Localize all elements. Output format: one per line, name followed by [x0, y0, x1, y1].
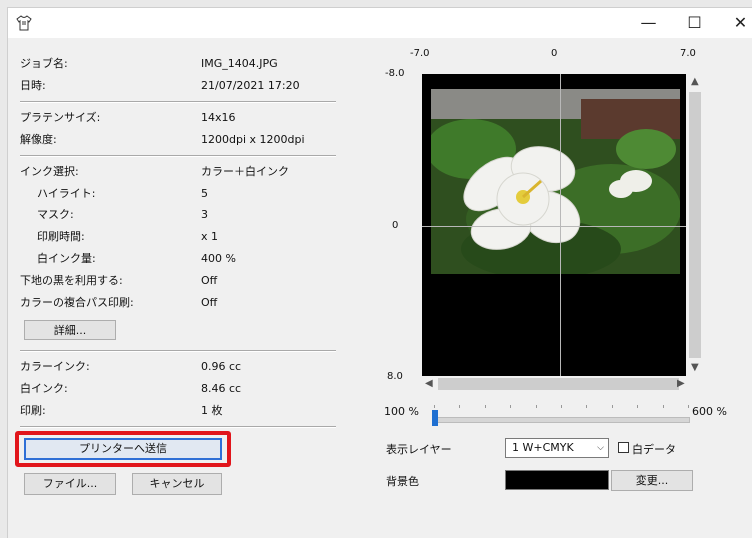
- zoom-max-label: 600 %: [692, 405, 727, 418]
- platen-size-label: プラテンサイズ:: [20, 111, 101, 124]
- maximize-button[interactable]: ☐: [672, 8, 717, 38]
- zoom-slider-tick: [484, 405, 486, 408]
- white-ink-value: 8.46 cc: [201, 382, 242, 395]
- zoom-slider-tick: [459, 405, 461, 408]
- scroll-left-icon[interactable]: ◀: [425, 378, 433, 389]
- white-ink-label: 白インク:: [20, 382, 68, 395]
- white-data-label: 白データ: [632, 443, 676, 456]
- scroll-up-icon[interactable]: ▲: [691, 76, 699, 87]
- mask-label: マスク:: [37, 208, 74, 221]
- scroll-right-icon[interactable]: ▶: [677, 378, 685, 389]
- print-count-label: 印刷:: [20, 404, 46, 417]
- use-black-label: 下地の黒を利用する:: [20, 274, 123, 287]
- divider: [20, 101, 336, 103]
- ruler-left-tick: 8.0: [387, 371, 403, 382]
- layer-select-value: 1 W+CMYK: [512, 441, 574, 454]
- file-button[interactable]: ファイル...: [24, 473, 116, 495]
- close-button[interactable]: ✕: [718, 8, 752, 38]
- cancel-button[interactable]: キャンセル: [132, 473, 222, 495]
- minimize-button[interactable]: —: [626, 8, 671, 38]
- zoom-slider-tick: [688, 405, 689, 408]
- job-name-label: ジョブ名:: [20, 57, 68, 70]
- send-to-printer-button[interactable]: プリンターへ送信: [24, 438, 222, 460]
- ruler-top-tick: 7.0: [680, 48, 696, 59]
- print-time-value: x 1: [201, 230, 219, 243]
- crosshair-horizontal: [422, 226, 686, 227]
- crosshair-vertical: [560, 74, 561, 376]
- job-name-value: IMG_1404.JPG: [201, 57, 278, 70]
- divider: [20, 155, 336, 157]
- background-color-label: 背景色: [386, 475, 419, 488]
- zoom-slider-thumb[interactable]: [432, 410, 438, 426]
- white-ink-amount-label: 白インク量:: [37, 252, 96, 265]
- zoom-slider-tick: [561, 405, 562, 408]
- layer-label: 表示レイヤー: [386, 443, 452, 456]
- chevron-down-icon: ⌵: [597, 443, 604, 453]
- zoom-slider-tick: [434, 405, 435, 408]
- ink-selection-value: カラー＋白インク: [201, 165, 289, 178]
- zoom-slider-tick: [662, 405, 664, 408]
- print-time-label: 印刷時間:: [37, 230, 85, 243]
- title-bar: — ☐ ✕: [8, 8, 752, 38]
- change-color-button[interactable]: 変更...: [611, 470, 693, 491]
- divider: [20, 426, 336, 428]
- ruler-left-tick: -8.0: [385, 68, 405, 79]
- datetime-label: 日時:: [20, 79, 46, 92]
- highlight-label: ハイライト:: [37, 187, 96, 200]
- zoom-slider-tick: [611, 405, 613, 408]
- ruler-left-tick: 0: [392, 220, 399, 231]
- divider: [20, 350, 336, 352]
- white-data-checkbox[interactable]: [618, 442, 629, 453]
- details-button[interactable]: 詳細...: [24, 320, 116, 340]
- zoom-slider-tick: [510, 405, 512, 408]
- print-preview-canvas[interactable]: [422, 74, 686, 376]
- ruler-top-tick: 0: [551, 48, 558, 59]
- multipass-value: Off: [201, 296, 218, 309]
- highlight-value: 5: [201, 187, 208, 200]
- mask-value: 3: [201, 208, 208, 221]
- color-ink-value: 0.96 cc: [201, 360, 242, 373]
- color-ink-label: カラーインク:: [20, 360, 90, 373]
- flower-photo-icon: [431, 89, 680, 274]
- use-black-value: Off: [201, 274, 218, 287]
- layer-select[interactable]: 1 W+CMYK ⌵: [505, 438, 609, 458]
- datetime-value: 21/07/2021 17:20: [201, 79, 300, 92]
- zoom-slider-tick: [637, 405, 639, 408]
- scroll-down-icon[interactable]: ▼: [691, 362, 699, 373]
- resolution-value: 1200dpi x 1200dpi: [201, 133, 305, 146]
- zoom-slider-tick: [535, 405, 537, 408]
- zoom-slider-track[interactable]: [432, 417, 690, 423]
- ruler-top-tick: -7.0: [410, 48, 430, 59]
- platen-size-value: 14x16: [201, 111, 236, 124]
- zoom-slider-tick: [586, 405, 588, 408]
- white-ink-amount-value: 400 %: [201, 252, 236, 265]
- horizontal-scroll-thumb[interactable]: [438, 378, 679, 390]
- vertical-scroll-thumb[interactable]: [689, 92, 701, 358]
- multipass-label: カラーの複合パス印刷:: [20, 296, 134, 309]
- ink-selection-label: インク選択:: [20, 165, 79, 178]
- background-color-swatch: [505, 470, 609, 490]
- print-count-value: 1 枚: [201, 404, 223, 417]
- print-dialog-window: — ☐ ✕ ジョブ名: IMG_1404.JPG 日時: 21/07/2021 …: [7, 7, 752, 538]
- zoom-min-label: 100 %: [384, 405, 419, 418]
- resolution-label: 解像度:: [20, 133, 57, 146]
- tshirt-icon: [16, 15, 32, 31]
